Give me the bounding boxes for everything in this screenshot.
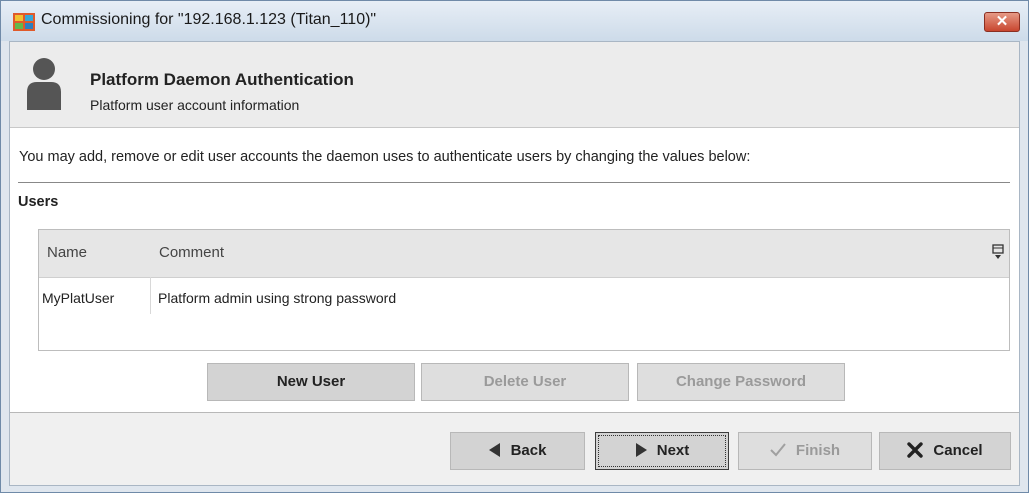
next-label: Next xyxy=(656,442,690,459)
finish-label: Finish xyxy=(795,442,841,459)
cancel-button[interactable]: Cancel xyxy=(879,432,1011,470)
cell-user-comment: Platform admin using strong password xyxy=(158,290,397,306)
table-header: Name Comment xyxy=(39,230,1009,278)
next-arrow-icon xyxy=(635,442,647,457)
cancel-label: Cancel xyxy=(933,442,983,459)
back-button[interactable]: Back xyxy=(450,432,585,470)
dialog-content: Platform Daemon Authentication Platform … xyxy=(9,41,1020,486)
back-label: Back xyxy=(510,442,547,459)
check-icon xyxy=(770,442,786,457)
x-icon xyxy=(907,441,924,458)
commissioning-dialog: Commissioning for "192.168.1.123 (Titan_… xyxy=(0,0,1029,493)
users-section-label: Users xyxy=(18,194,59,210)
next-button[interactable]: Next xyxy=(595,432,729,470)
divider xyxy=(18,182,1010,183)
page-header: Platform Daemon Authentication Platform … xyxy=(10,42,1019,128)
close-icon: ✕ xyxy=(995,13,1009,30)
column-divider xyxy=(150,277,151,314)
delete-user-button[interactable]: Delete User xyxy=(421,363,629,401)
cell-user-name: MyPlatUser xyxy=(42,290,115,306)
finish-button[interactable]: Finish xyxy=(738,432,872,470)
column-header-comment[interactable]: Comment xyxy=(159,244,224,261)
page-subtitle: Platform user account information xyxy=(90,97,300,113)
user-icon xyxy=(27,58,61,110)
title-bar[interactable]: Commissioning for "192.168.1.123 (Titan_… xyxy=(1,1,1028,41)
close-button[interactable]: ✕ xyxy=(984,12,1020,32)
instructions-text: You may add, remove or edit user account… xyxy=(19,149,751,165)
users-table[interactable]: Name Comment MyPlatUser Platform admin u… xyxy=(38,229,1010,351)
change-password-button[interactable]: Change Password xyxy=(637,363,845,401)
app-icon xyxy=(13,13,35,31)
back-arrow-icon xyxy=(488,442,500,457)
column-header-name[interactable]: Name xyxy=(47,244,87,261)
column-chooser-icon[interactable] xyxy=(992,244,1004,260)
window-title: Commissioning for "192.168.1.123 (Titan_… xyxy=(41,11,377,28)
new-user-button[interactable]: New User xyxy=(207,363,415,401)
page-title: Platform Daemon Authentication xyxy=(90,70,354,89)
